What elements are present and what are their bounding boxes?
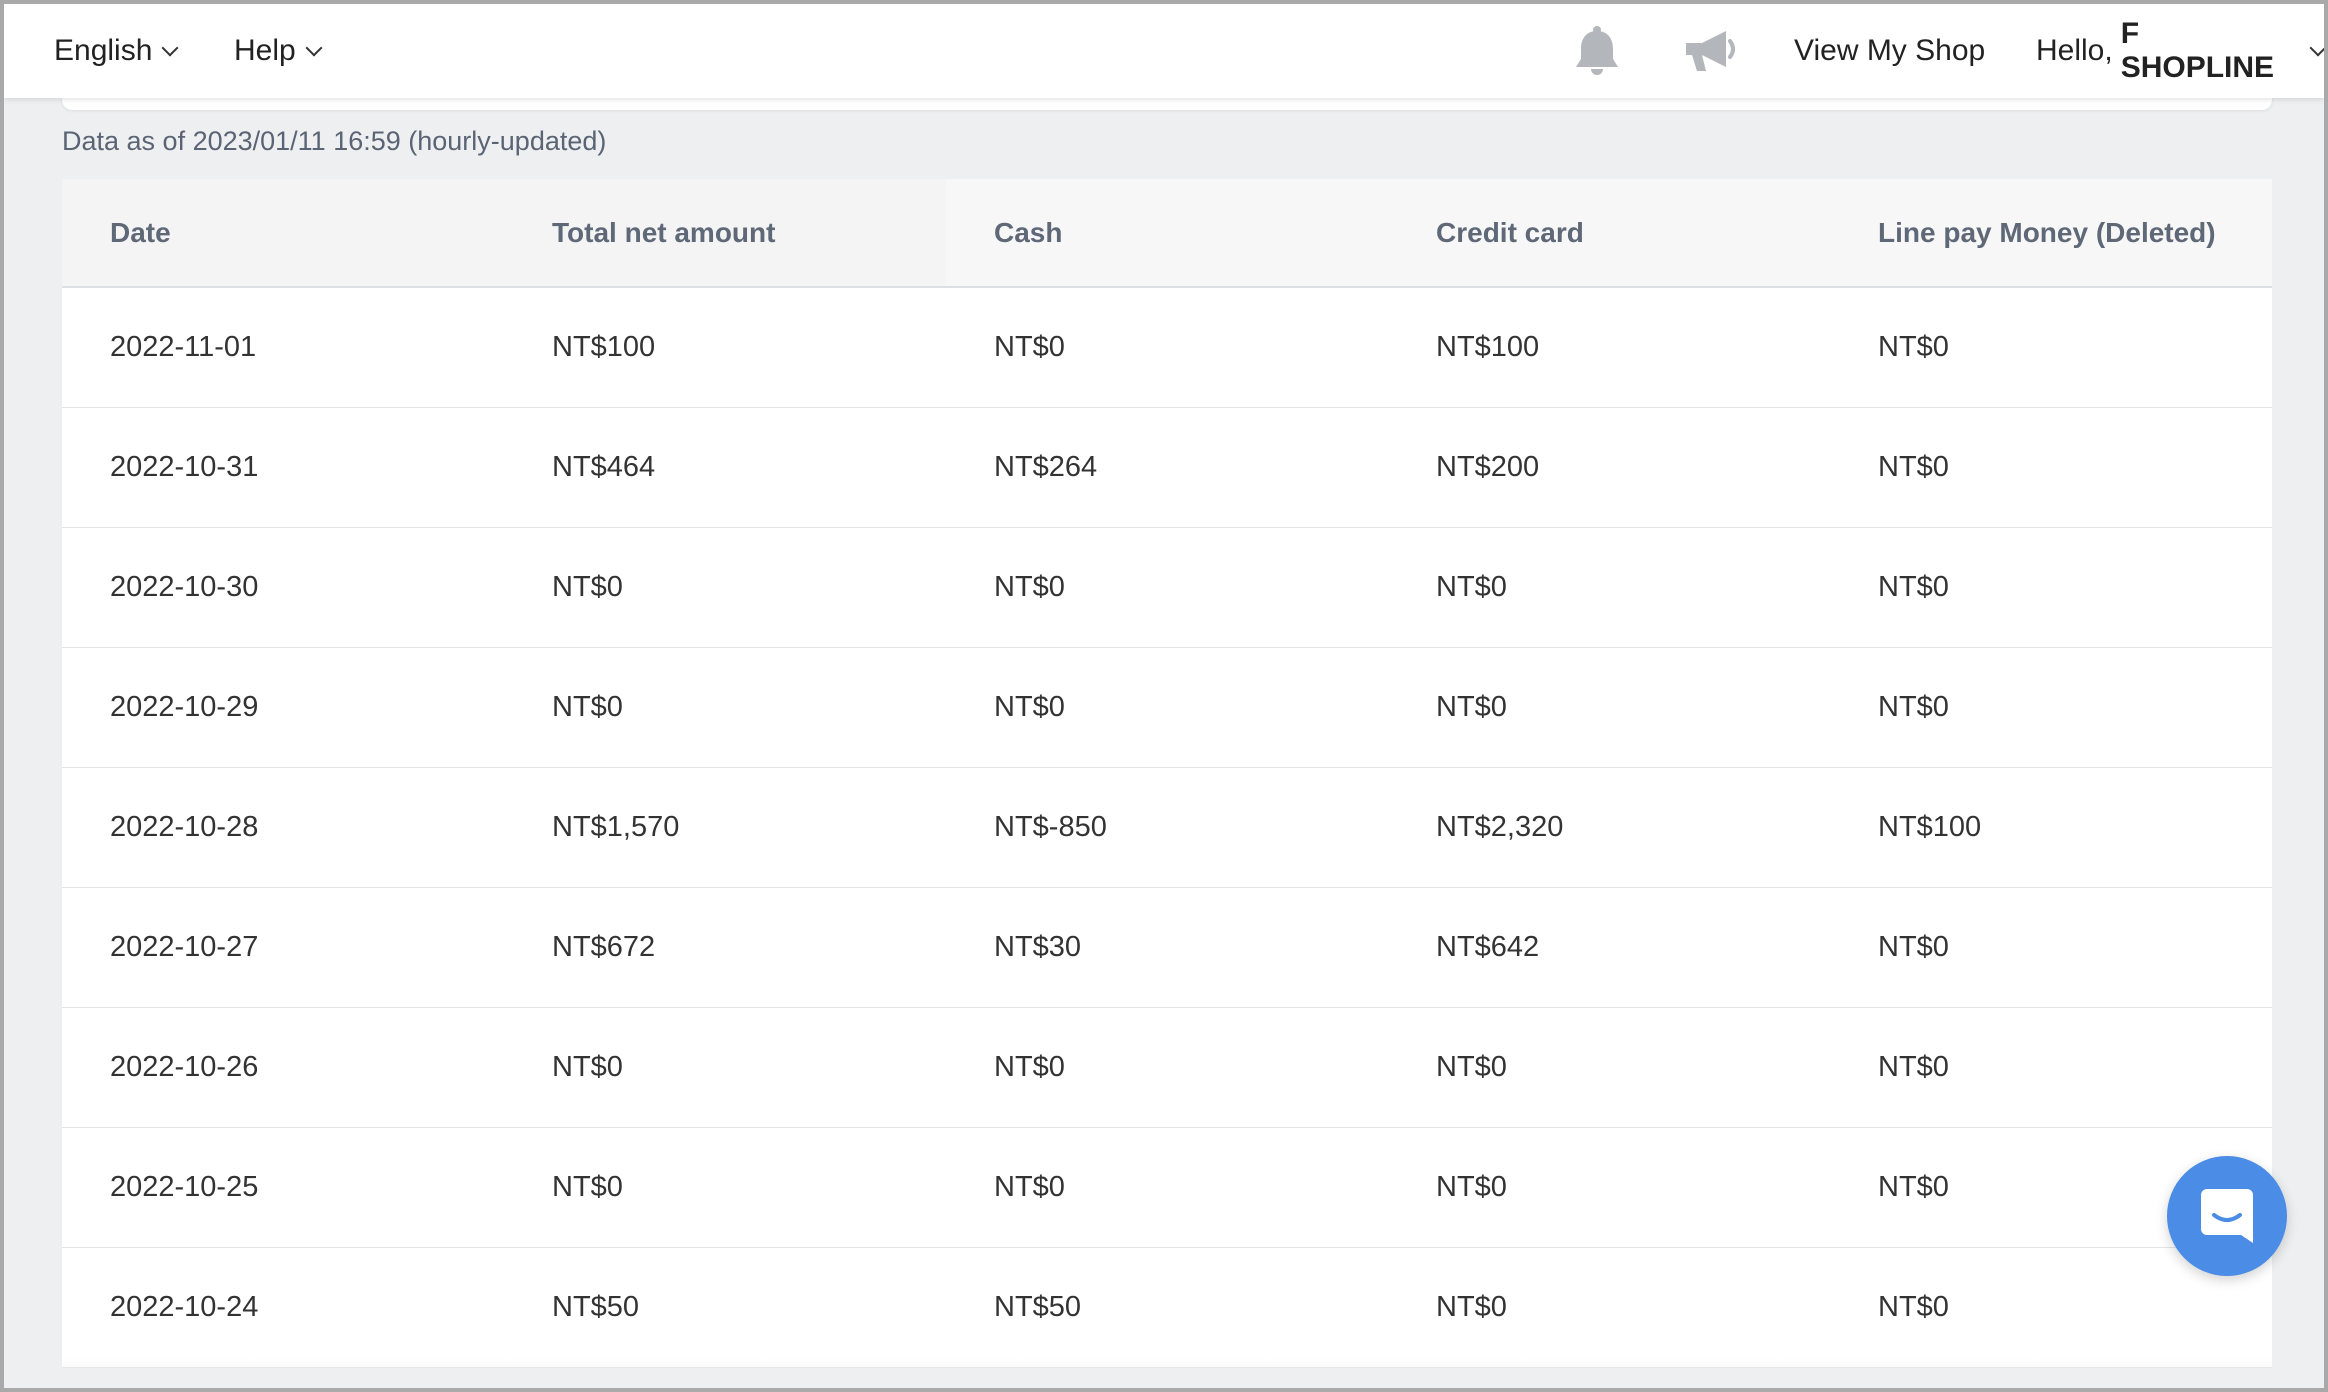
cell-cash: NT$0 [994,691,1065,723]
cell-date: 2022-11-01 [110,331,257,363]
cell-line-pay-money: NT$0 [1878,451,1949,483]
column-header-date[interactable]: Date [62,179,504,286]
payment-report-table: Date Total net amount Cash Credit card L… [62,179,2272,1368]
cell-total-net-amount: NT$50 [552,1291,640,1323]
live-chat-button[interactable] [2167,1156,2287,1276]
cell-cash: NT$-850 [994,811,1107,843]
language-dropdown[interactable]: English [54,4,179,98]
cell-line-pay-money: NT$0 [1878,1051,1949,1083]
cell-line-pay-money: NT$100 [1878,811,1982,843]
cell-date: 2022-10-29 [110,691,259,723]
cell-line-pay-money: NT$0 [1878,931,1949,963]
language-label: English [54,34,153,67]
cell-date: 2022-10-30 [110,571,259,603]
table-row: 2022-10-29 NT$0 NT$0 NT$0 NT$0 [62,648,2272,768]
cell-credit-card: NT$642 [1436,931,1540,963]
user-account-dropdown[interactable]: Hello, F SHOPLINE [2036,4,2324,98]
cell-credit-card: NT$100 [1436,331,1540,363]
cell-date: 2022-10-26 [110,1051,259,1083]
table-row: 2022-10-27 NT$672 NT$30 NT$642 NT$0 [62,888,2272,1008]
cell-total-net-amount: NT$1,570 [552,811,680,843]
top-navigation-bar: English Help View My Shop Hello, F SHOPL… [4,4,2324,98]
cell-date: 2022-10-28 [110,811,259,843]
user-name: F SHOPLINE [2120,17,2275,84]
cell-total-net-amount: NT$464 [552,451,656,483]
cell-total-net-amount: NT$0 [552,1051,623,1083]
cell-total-net-amount: NT$100 [552,331,656,363]
cell-credit-card: NT$0 [1436,571,1507,603]
cell-date: 2022-10-31 [110,451,259,483]
cell-credit-card: NT$0 [1436,1051,1507,1083]
cell-credit-card: NT$0 [1436,691,1507,723]
chat-icon [2201,1189,2253,1243]
scroll-fade [4,1358,2324,1388]
chevron-down-icon [2309,39,2324,57]
table-row: 2022-10-25 NT$0 NT$0 NT$0 NT$0 [62,1128,2272,1248]
table-row: 2022-10-24 NT$50 NT$50 NT$0 NT$0 [62,1248,2272,1368]
table-row: 2022-11-01 NT$100 NT$0 NT$100 NT$0 [62,288,2272,408]
cell-date: 2022-10-25 [110,1171,259,1203]
column-header-total-net-amount[interactable]: Total net amount [504,179,946,286]
cell-cash: NT$50 [994,1291,1082,1323]
notifications-button[interactable] [1572,4,1622,98]
table-row: 2022-10-26 NT$0 NT$0 NT$0 NT$0 [62,1008,2272,1128]
cell-credit-card: NT$0 [1436,1171,1507,1203]
cell-cash: NT$264 [994,451,1098,483]
table-row: 2022-10-28 NT$1,570 NT$-850 NT$2,320 NT$… [62,768,2272,888]
table-row: 2022-10-30 NT$0 NT$0 NT$0 NT$0 [62,528,2272,648]
cell-credit-card: NT$200 [1436,451,1540,483]
column-header-credit-card[interactable]: Credit card [1388,179,1830,286]
data-timestamp-note: Data as of 2023/01/11 16:59 (hourly-upda… [62,126,607,156]
bell-icon [1576,26,1618,75]
cell-total-net-amount: NT$0 [552,571,623,603]
help-dropdown[interactable]: Help [234,4,323,98]
cell-cash: NT$0 [994,571,1065,603]
cell-credit-card: NT$2,320 [1436,811,1564,843]
table-header-row: Date Total net amount Cash Credit card L… [62,179,2272,288]
chevron-down-icon [305,39,323,57]
cell-total-net-amount: NT$672 [552,931,656,963]
cell-line-pay-money: NT$0 [1878,691,1949,723]
column-header-cash[interactable]: Cash [946,179,1388,286]
cell-total-net-amount: NT$0 [552,691,623,723]
cell-line-pay-money: NT$0 [1878,571,1949,603]
view-my-shop-label: View My Shop [1794,34,1986,67]
help-label: Help [234,34,296,67]
cell-cash: NT$30 [994,931,1082,963]
view-my-shop-link[interactable]: View My Shop [1794,4,1985,98]
cell-cash: NT$0 [994,1051,1065,1083]
column-header-line-pay-money[interactable]: Line pay Money (Deleted) [1830,179,2272,286]
cell-line-pay-money: NT$0 [1878,331,1949,363]
cell-total-net-amount: NT$0 [552,1171,623,1203]
cell-cash: NT$0 [994,331,1065,363]
cell-cash: NT$0 [994,1171,1065,1203]
cell-date: 2022-10-27 [110,931,259,963]
table-row: 2022-10-31 NT$464 NT$264 NT$200 NT$0 [62,408,2272,528]
cell-credit-card: NT$0 [1436,1291,1507,1323]
greeting-text: Hello, [2036,34,2113,67]
chevron-down-icon [161,39,179,57]
announcements-button[interactable] [1682,4,1738,98]
megaphone-icon [1686,31,1735,71]
browser-frame: English Help View My Shop Hello, F SHOPL… [0,0,2328,1392]
cell-date: 2022-10-24 [110,1291,259,1323]
